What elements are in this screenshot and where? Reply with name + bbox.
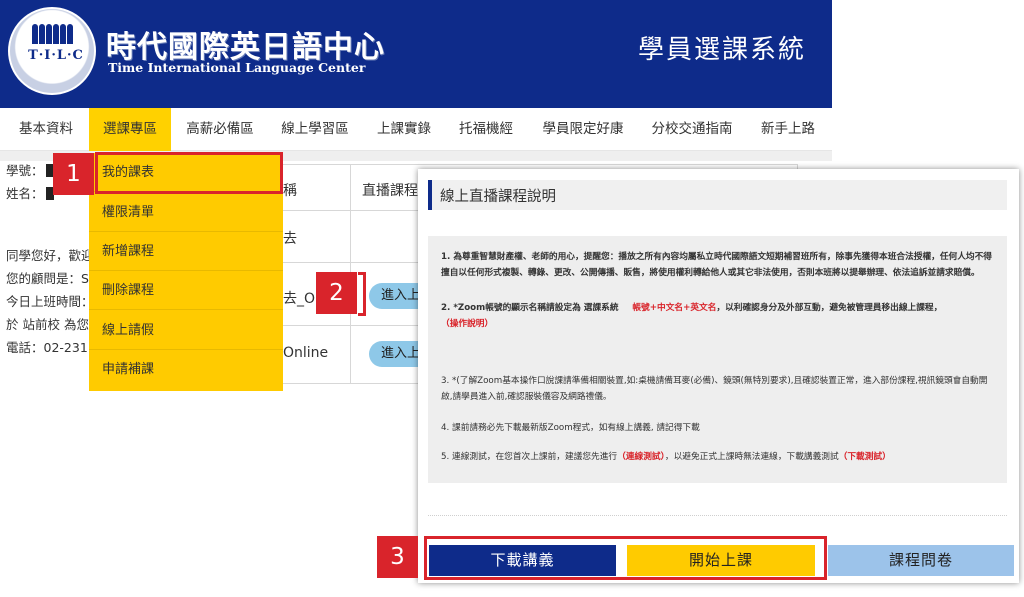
student-id: 學號： xyxy=(6,160,54,179)
table-row-line xyxy=(268,325,418,326)
table-cell: Online xyxy=(283,345,329,361)
today-hours-text: 今日上班時間： xyxy=(6,294,94,309)
step1-highlight-box xyxy=(95,152,283,194)
table-row-line xyxy=(268,262,418,263)
table-header-live: 直播課程 xyxy=(362,183,418,199)
step3-highlight-box xyxy=(424,536,827,580)
modal-title: 線上直播課程說明 xyxy=(440,189,556,205)
advisor-text: 您的顧問是：S xyxy=(6,271,89,286)
nav-item-career[interactable]: 高薪必備區 xyxy=(175,108,265,151)
step-badge-1: 1 xyxy=(53,153,94,195)
student-name: 姓名： xyxy=(6,183,54,202)
nav-item-campus-guide[interactable]: 分校交通指南 xyxy=(642,108,742,151)
main-nav: 基本資料 選課專區 高薪必備區 線上學習區 上課實錄 托福機經 學員限定好康 分… xyxy=(0,108,832,151)
menu-item-online-leave[interactable]: 線上請假 xyxy=(89,311,283,350)
step2-highlight-box xyxy=(358,272,366,316)
live-course-modal: 線上直播課程說明 1. 為尊重智慧財產權、老師的用心，提醒您：播放之所有內容均屬… xyxy=(418,169,1019,583)
phone-text: 電話：02-2311 xyxy=(6,340,96,355)
notice-connection-test: 5. 連線測試，在您首次上課前，建議您先進行（連線測試），以避免正式上課時無法連… xyxy=(441,452,891,462)
notice-download-zoom: 4. 課前請務必先下載最新版Zoom程式，如有線上講義, 請記得下載 xyxy=(441,423,700,433)
nav-item-online-learning[interactable]: 線上學習區 xyxy=(270,108,360,151)
nav-item-basic-info[interactable]: 基本資料 xyxy=(0,108,92,151)
step-badge-3: 3 xyxy=(377,536,418,578)
menu-item-makeup-class[interactable]: 申請補課 xyxy=(89,350,283,389)
logo-figures-icon xyxy=(32,24,80,46)
nav-item-member-deals[interactable]: 學員限定好康 xyxy=(528,108,638,151)
nav-item-toefl[interactable]: 托福機經 xyxy=(450,108,522,151)
brand-subtitle: Time International Language Center xyxy=(108,60,366,75)
notice-devices: 3. *(了解Zoom基本操作口說課請準備相關裝置,如:桌機請備耳麥(必備)、鏡… xyxy=(441,376,988,402)
greeting-text: 同學您好，歡迎 xyxy=(6,248,94,263)
table-cell: 去 xyxy=(283,231,297,247)
notice-copyright: 1. 為尊重智慧財產權、老師的用心，提醒您：播放之所有內容均屬私立時代國際語文短… xyxy=(441,252,992,278)
nav-item-getting-started[interactable]: 新手上路 xyxy=(750,108,826,151)
notice-zoom-name: 2. *Zoom帳號的顯示名稱請設定為 選課系統 帳號+中文名+英文名，以利確認… xyxy=(441,303,943,329)
campus-text: 於 站前校 為您 xyxy=(6,317,89,332)
tilc-logo[interactable]: T·I·L·C xyxy=(8,7,96,95)
system-title: 學員選課系統 xyxy=(637,35,806,65)
operation-guide-link[interactable]: （操作說明） xyxy=(441,319,493,329)
connection-test-link[interactable]: （連線測試） xyxy=(617,452,665,462)
course-survey-button[interactable]: 課程問卷 xyxy=(828,545,1014,576)
site-header: T·I·L·C 時代國際英日語中心 Time International Lan… xyxy=(0,0,832,108)
table-row-line xyxy=(268,210,418,211)
menu-item-add-course[interactable]: 新增課程 xyxy=(89,232,283,271)
menu-item-permissions[interactable]: 權限清單 xyxy=(89,193,283,232)
modal-header: 線上直播課程說明 xyxy=(428,180,1007,210)
logo-text: T·I·L·C xyxy=(28,48,84,63)
download-test-link[interactable]: （下載測試） xyxy=(839,452,891,462)
table-header-partial: 稱 xyxy=(283,183,297,199)
modal-divider xyxy=(428,515,1007,516)
step-badge-2: 2 xyxy=(316,272,357,314)
modal-body: 1. 為尊重智慧財產權、老師的用心，提醒您：播放之所有內容均屬私立時代國際語文短… xyxy=(428,236,1007,483)
menu-item-delete-course[interactable]: 刪除課程 xyxy=(89,271,283,310)
nav-item-course-selection[interactable]: 選課專區 xyxy=(89,108,171,151)
nav-item-class-recordings[interactable]: 上課實錄 xyxy=(364,108,444,151)
